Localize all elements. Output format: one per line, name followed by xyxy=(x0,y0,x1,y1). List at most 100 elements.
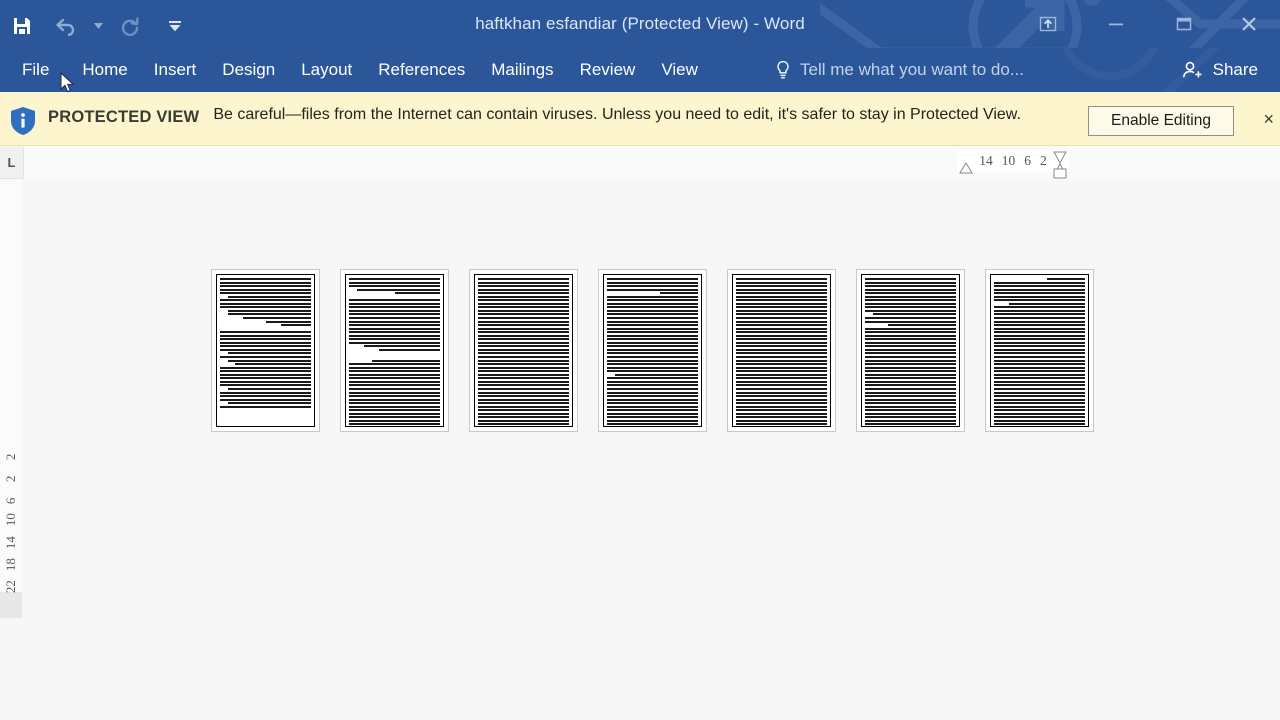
page-text-frame xyxy=(216,274,315,427)
page-text-line xyxy=(242,317,311,320)
page-text-line xyxy=(865,363,956,366)
page-text-line xyxy=(865,395,956,398)
page-text-line xyxy=(865,423,956,426)
page-text-line xyxy=(394,292,440,295)
page-text-line xyxy=(865,370,956,373)
page-text-line xyxy=(607,309,698,312)
page-text-line xyxy=(349,412,440,415)
page-text-line xyxy=(607,306,698,309)
page-text-line xyxy=(364,345,440,348)
document-page-thumbnail[interactable] xyxy=(211,269,320,432)
page-text-line xyxy=(865,356,956,359)
page-text-line xyxy=(349,278,440,280)
page-text-line xyxy=(736,331,827,334)
close-protected-view-bar-button[interactable]: × xyxy=(1263,110,1274,128)
page-text-line xyxy=(349,285,440,288)
page-text-line xyxy=(478,391,569,394)
page-text-line xyxy=(478,366,569,369)
page-text-line xyxy=(349,327,440,330)
tab-view[interactable]: View xyxy=(648,48,711,92)
page-text-line xyxy=(220,292,311,295)
page-text-line xyxy=(607,359,698,362)
tab-design[interactable]: Design xyxy=(209,48,288,92)
lightbulb-icon xyxy=(777,60,789,79)
page-text-line xyxy=(478,352,569,355)
share-person-icon xyxy=(1182,61,1202,78)
minimize-button[interactable] xyxy=(1082,0,1150,48)
page-text-line xyxy=(865,348,956,351)
page-text-line xyxy=(607,313,698,316)
close-button[interactable] xyxy=(1218,0,1280,48)
page-text-line xyxy=(994,359,1085,362)
page-text-line xyxy=(736,370,827,373)
page-text-line xyxy=(349,341,440,344)
hruler-tick-14: 14 xyxy=(979,153,993,168)
restore-button[interactable] xyxy=(1150,0,1218,48)
page-text-line xyxy=(865,391,956,394)
page-text-line xyxy=(607,331,698,334)
page-text-line xyxy=(994,352,1085,355)
page-text-line xyxy=(736,341,827,344)
page-text-line xyxy=(349,338,440,341)
page-text-line xyxy=(349,395,440,398)
document-page-thumbnail[interactable] xyxy=(598,269,707,432)
page-text-line xyxy=(607,302,698,305)
page-text-line xyxy=(349,384,440,387)
page-text-line xyxy=(994,299,1085,302)
page-text-line xyxy=(736,334,827,337)
page-text-line xyxy=(607,341,698,344)
page-text-line xyxy=(865,338,956,341)
page-text-line xyxy=(607,327,698,330)
page-text-line xyxy=(994,405,1085,408)
page-text-line xyxy=(478,387,569,390)
page-text-line xyxy=(220,334,311,337)
document-canvas[interactable] xyxy=(22,180,1280,720)
page-text-line xyxy=(736,373,827,376)
hruler-tick-10: 10 xyxy=(1001,153,1016,168)
page-text-line xyxy=(478,356,569,359)
tab-insert[interactable]: Insert xyxy=(141,48,210,92)
tab-layout[interactable]: Layout xyxy=(288,48,365,92)
page-text-line xyxy=(865,359,956,362)
page-text-line xyxy=(349,302,440,305)
ribbon-display-options-button[interactable] xyxy=(1014,0,1082,48)
tab-stop-selector[interactable]: L xyxy=(0,147,24,179)
page-text-line xyxy=(349,373,440,376)
page-text-line xyxy=(1047,278,1085,280)
page-text-line xyxy=(220,302,311,305)
tab-file[interactable]: File xyxy=(0,48,69,92)
hanging-indent-marker[interactable] xyxy=(1052,166,1068,180)
page-text-line xyxy=(607,278,698,280)
document-page-thumbnail[interactable] xyxy=(340,269,449,432)
page-text-line xyxy=(736,398,827,401)
page-text-line xyxy=(349,370,440,373)
page-text-line xyxy=(607,285,698,288)
tab-home[interactable]: Home xyxy=(69,48,140,92)
tab-references[interactable]: References xyxy=(365,48,478,92)
page-text-line xyxy=(865,327,956,330)
vruler-tick-5: 18 xyxy=(3,557,18,571)
document-page-thumbnail[interactable] xyxy=(727,269,836,432)
page-text-line xyxy=(736,377,827,380)
document-page-thumbnail[interactable] xyxy=(856,269,965,432)
document-page-thumbnail[interactable] xyxy=(985,269,1094,432)
page-text-line xyxy=(865,373,956,376)
tell-me-search[interactable]: Tell me what you want to do... xyxy=(775,48,1024,92)
page-text-line xyxy=(220,356,311,359)
share-button[interactable]: Share xyxy=(1170,48,1274,92)
left-indent-marker[interactable] xyxy=(959,162,973,174)
page-text-line xyxy=(349,320,440,323)
tab-review[interactable]: Review xyxy=(567,48,649,92)
document-page-thumbnail[interactable] xyxy=(469,269,578,432)
tab-mailings[interactable]: Mailings xyxy=(478,48,566,92)
info-shield-icon xyxy=(11,107,35,135)
page-text-line xyxy=(865,419,956,422)
enable-editing-button[interactable]: Enable Editing xyxy=(1088,106,1234,136)
page-text-frame xyxy=(603,274,702,427)
page-text-line xyxy=(478,320,569,323)
page-text-line xyxy=(478,345,569,348)
page-text-line xyxy=(349,334,440,337)
page-text-line xyxy=(478,377,569,380)
page-text-line xyxy=(994,356,1085,359)
page-text-line xyxy=(220,341,311,344)
